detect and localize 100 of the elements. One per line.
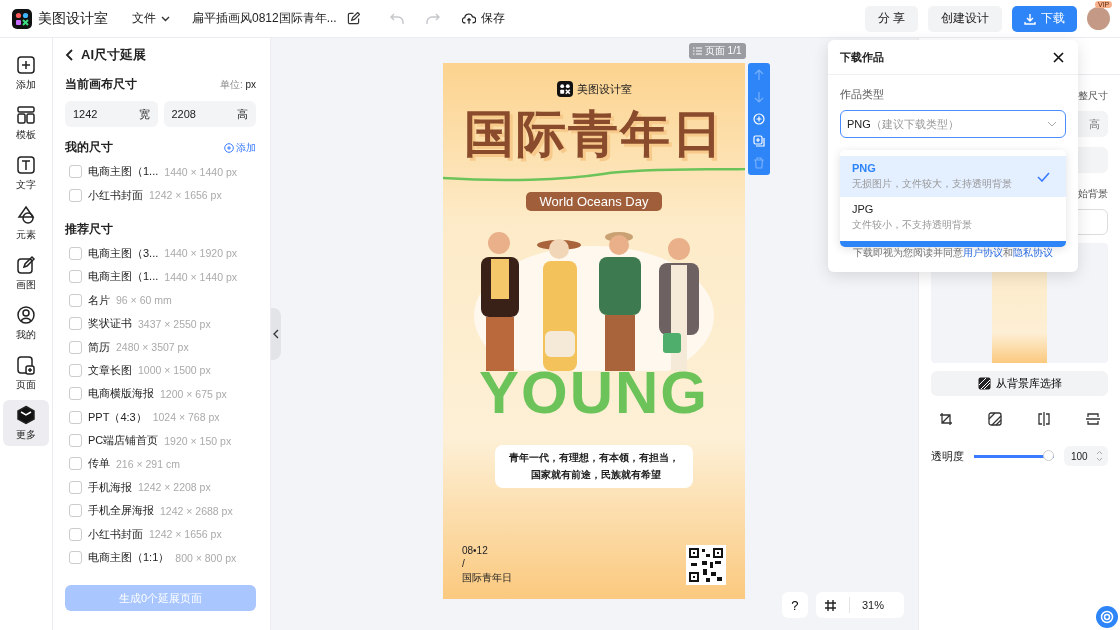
cloud-upload-icon [461, 12, 476, 25]
checkbox[interactable] [69, 551, 82, 565]
checkbox[interactable] [69, 504, 82, 518]
list-icon [692, 47, 702, 55]
collapse-handle[interactable] [271, 308, 281, 360]
checkbox[interactable] [69, 480, 82, 494]
size-value: 1242 × 2208 px [138, 481, 211, 494]
edit-icon[interactable] [346, 12, 360, 25]
privacy-policy-link[interactable]: 隐私协议 [1013, 247, 1053, 258]
size-name: 电商主图（1:1） [88, 550, 170, 566]
width-field[interactable]: 1242 宽 [65, 101, 158, 127]
crop-icon[interactable] [939, 412, 953, 426]
pattern-icon[interactable] [988, 412, 1002, 426]
qr-code-drawing [686, 545, 726, 585]
size-value: 1440 × 1920 px [164, 247, 237, 260]
flip-horizontal-icon[interactable] [1037, 412, 1051, 426]
download-button[interactable]: 下载 [1012, 5, 1077, 32]
shapes-icon [16, 204, 36, 225]
height-field[interactable]: 2208 高 [163, 101, 256, 127]
download-icon [1024, 12, 1036, 25]
avatar[interactable] [1087, 7, 1110, 30]
document-title[interactable]: 扁平插画风0812国际青年... [192, 10, 337, 27]
checkbox[interactable] [69, 165, 82, 179]
file-menu[interactable]: 文件 [132, 10, 170, 27]
app-name: 美图设计室 [38, 9, 108, 28]
sidebar-tab[interactable]: 页面 [3, 350, 49, 396]
check-icon [1037, 171, 1050, 182]
size-value: 1242 × 1656 px [149, 528, 222, 541]
subtitle-pill: World Oceans Day [525, 192, 663, 211]
plus-circle-icon [224, 142, 234, 153]
unit-label: 单位: px [219, 77, 256, 92]
chevron-down-icon [1047, 121, 1057, 127]
back-icon [65, 49, 75, 61]
sidebar-tab[interactable]: 我的 [3, 300, 49, 346]
sidebar-tab[interactable]: 文字 [3, 150, 49, 196]
sidebar-tab[interactable]: 元素 [3, 200, 49, 246]
size-value: 1024 × 768 px [152, 411, 220, 424]
hatched-square-icon [977, 377, 991, 390]
duplicate-icon[interactable] [753, 135, 765, 147]
date-text: 08•12 [462, 545, 489, 556]
add-link[interactable]: 添加 [224, 140, 256, 155]
checkbox[interactable] [69, 457, 82, 471]
redo-icon[interactable] [425, 12, 440, 25]
add-icon[interactable] [753, 113, 765, 125]
sidebar-tab[interactable]: 更多 [3, 400, 49, 446]
flip-vertical-icon[interactable] [1086, 412, 1100, 426]
close-icon[interactable] [1053, 51, 1064, 63]
size-name: 奖状证书 [88, 316, 132, 332]
footer-text: 国际青年日 [462, 571, 512, 585]
stepper-icon[interactable] [1096, 450, 1103, 462]
size-value: 1200 × 675 px [160, 387, 227, 400]
checkbox[interactable] [69, 188, 82, 202]
checkbox[interactable] [69, 270, 82, 284]
add-icon [16, 54, 36, 75]
user-agreement-link[interactable]: 用户协议 [963, 247, 1003, 258]
size-name: 手机全屏海报 [88, 503, 154, 519]
sidebar-tab[interactable]: 模板 [3, 100, 49, 146]
young-headline: YOUNG [479, 363, 709, 423]
checkbox[interactable] [69, 527, 82, 541]
sidebar-tab[interactable]: 画图 [3, 250, 49, 296]
size-value: 1000 × 1500 px [138, 364, 211, 377]
size-name: 小红书封面 [88, 526, 143, 542]
file-type-option[interactable]: JPG 文件较小，不支持透明背景 [840, 197, 1066, 238]
share-button[interactable]: 分 享 [864, 5, 918, 32]
checkbox[interactable] [69, 317, 82, 331]
back-link[interactable]: AI尺寸延展 [65, 46, 256, 64]
help-button[interactable]: ? [781, 592, 808, 618]
checkbox[interactable] [69, 410, 82, 424]
size-value: 96 × 60 mm [116, 294, 172, 307]
checkbox[interactable] [69, 434, 82, 448]
resize-label: 整尺寸 [1078, 89, 1108, 103]
opacity-input[interactable]: 100 [1064, 446, 1108, 466]
text-icon [16, 154, 36, 175]
checkbox[interactable] [69, 246, 82, 260]
size-value: 1242 × 1656 px [149, 189, 222, 202]
size-name: PPT（4:3） [88, 409, 147, 425]
size-name: 文章长图 [88, 362, 132, 378]
file-type-select[interactable]: PNG（建议下载类型） [840, 110, 1066, 138]
size-value: 1920 × 150 px [164, 434, 232, 447]
size-value: 2480 × 3507 px [116, 341, 189, 354]
checkbox[interactable] [69, 340, 82, 354]
undo-icon[interactable] [389, 12, 404, 25]
sidebar-tab[interactable]: 添加 [3, 50, 49, 96]
checkbox[interactable] [69, 363, 82, 377]
checkbox[interactable] [69, 293, 82, 307]
grid-icon[interactable] [823, 598, 837, 612]
assistant-button[interactable] [1096, 606, 1118, 628]
more-icon [16, 404, 36, 425]
background-library-button[interactable]: 从背景库选择 [931, 371, 1108, 396]
chevron-left-icon [273, 329, 279, 339]
size-name: 电商主图（3... [88, 245, 159, 261]
user-icon [16, 304, 36, 325]
size-value: 1440 × 1440 px [164, 165, 237, 178]
create-design-button[interactable]: 创建设计 [928, 5, 1002, 32]
logo-icon [12, 8, 32, 29]
zoom-level[interactable]: 31% [861, 599, 884, 611]
checkbox[interactable] [69, 387, 82, 401]
logo-icon [556, 81, 573, 97]
quote-line: 国家就有前途，民族就有希望 [530, 468, 662, 482]
save-button[interactable]: 保存 [461, 10, 505, 27]
